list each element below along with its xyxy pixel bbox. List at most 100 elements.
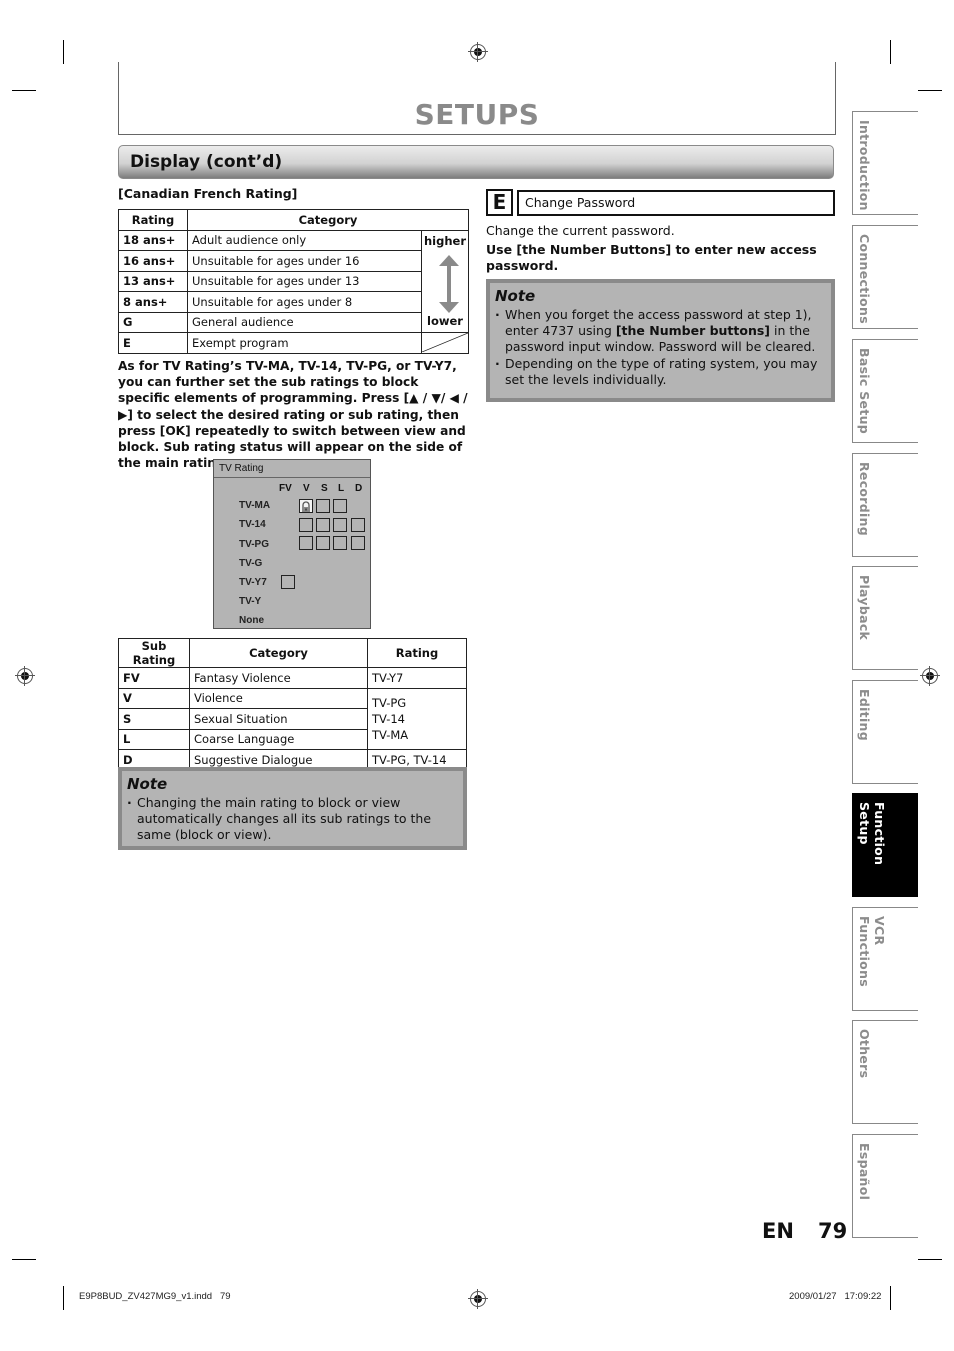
table-row: 13 ans+ Unsuitable for ages under 13 — [118, 270, 469, 292]
side-tab-editing[interactable]: Editing — [852, 680, 918, 784]
osd-sub-rating-box[interactable] — [351, 536, 365, 550]
osd-rating-row[interactable]: TV-14 — [239, 519, 266, 530]
rating-cell: 16 ans+ — [118, 250, 188, 272]
note-bold-text: [the Number buttons] — [615, 323, 771, 339]
rating-cell: 13 ans+ — [118, 270, 188, 292]
file-slug: E9P8BUD_ZV427MG9_v1.indd 79 — [79, 1291, 231, 1302]
column-header: Rating — [118, 209, 188, 231]
column-header: Category — [187, 209, 469, 231]
side-tab-label: Introduction — [857, 120, 872, 211]
registration-mark-icon — [15, 666, 35, 686]
category-cell: Unsuitable for ages under 16 — [187, 250, 422, 272]
page-title: SETUPS — [414, 98, 540, 131]
crop-mark — [63, 40, 64, 64]
side-tab-basic-setup[interactable]: Basic Setup — [852, 339, 918, 443]
osd-rating-row[interactable]: None — [239, 615, 264, 626]
side-tab-label: Español — [857, 1143, 872, 1201]
crop-mark — [63, 1286, 64, 1310]
note-item: When you forget the access password at s… — [495, 307, 825, 356]
osd-sub-rating-box[interactable] — [333, 536, 347, 550]
osd-rating-row[interactable]: TV-PG — [239, 539, 269, 550]
rating-cell: G — [118, 311, 188, 333]
rating-line: TV-MA — [372, 727, 409, 742]
note-box: Note When you forget the access password… — [486, 279, 835, 402]
side-tab-label: Function Setup — [857, 802, 887, 866]
category-cell: Exempt program — [187, 332, 422, 354]
osd-column-header: FV — [279, 483, 292, 494]
osd-rating-row[interactable]: TV-Y — [239, 596, 261, 607]
step-description: Change the current password. — [486, 223, 675, 238]
table-row: 16 ans+ Unsuitable for ages under 16 — [118, 250, 469, 272]
category-cell: Unsuitable for ages under 13 — [187, 270, 422, 292]
side-tab-label: Editing — [857, 689, 872, 741]
side-tab-label: Recording — [857, 462, 872, 537]
osd-rating-row[interactable]: TV-G — [239, 558, 262, 569]
note-box: Note Changing the main rating to block o… — [118, 767, 467, 850]
language-label: EN — [762, 1219, 794, 1243]
side-tab-label: Playback — [857, 575, 872, 641]
canadian-french-table: Rating Category 18 ans+ Adult audience o… — [118, 209, 469, 354]
scale-high-label: higher — [423, 233, 467, 248]
side-tab-connections[interactable]: Connections — [852, 225, 918, 329]
step-label: Change Password — [517, 190, 835, 216]
rating-cell: TV-Y7 — [367, 667, 467, 689]
registration-mark-icon — [920, 666, 940, 686]
osd-column-header: D — [355, 483, 363, 494]
crop-mark — [12, 90, 36, 91]
column-header: Category — [189, 638, 368, 668]
osd-sub-rating-box[interactable] — [299, 518, 313, 532]
sub-rating-key: L — [118, 728, 190, 750]
table-row: 8 ans+ Unsuitable for ages under 8 — [118, 291, 469, 313]
crop-mark — [918, 90, 942, 91]
empty-diagonal-cell — [421, 332, 469, 354]
osd-sub-rating-box[interactable] — [299, 536, 313, 550]
note-title: Note — [495, 287, 536, 305]
note-title: Note — [127, 775, 168, 793]
timestamp: 2009/01/27 17:09:22 — [789, 1291, 882, 1302]
osd-sub-rating-box[interactable] — [333, 518, 347, 532]
crop-mark — [918, 1259, 942, 1260]
osd-sub-rating-box[interactable] — [281, 575, 295, 589]
osd-sub-rating-box[interactable] — [316, 536, 330, 550]
rating-scale: higher lower — [421, 229, 469, 333]
registration-mark-icon — [468, 42, 488, 62]
category-cell: Sexual Situation — [189, 708, 368, 730]
osd-sub-rating-box[interactable] — [316, 499, 330, 513]
side-tab-label: Connections — [857, 234, 872, 324]
side-tab-recording[interactable]: Recording — [852, 453, 918, 557]
rating-line: TV-PG — [372, 695, 407, 710]
side-tab-label: VCR Functions — [857, 916, 887, 988]
page-number: 79 — [818, 1219, 848, 1243]
osd-column-header: V — [303, 483, 310, 494]
osd-sub-rating-box[interactable] — [299, 499, 313, 513]
osd-column-header: S — [321, 483, 328, 494]
crop-mark — [890, 40, 891, 64]
side-tab-function-setup[interactable]: Function Setup — [852, 793, 918, 897]
crop-mark — [12, 1259, 36, 1260]
table-row: E Exempt program — [118, 332, 469, 354]
category-cell: General audience — [187, 311, 422, 333]
column-header: Sub Rating — [118, 638, 190, 668]
note-item: Changing the main rating to block or vie… — [127, 795, 457, 844]
rating-cell: 8 ans+ — [118, 291, 188, 313]
rating-cell: 18 ans+ — [118, 229, 188, 251]
osd-rating-row[interactable]: TV-Y7 — [239, 577, 267, 588]
osd-sub-rating-box[interactable] — [316, 518, 330, 532]
table-row: FV Fantasy Violence TV-Y7 — [118, 667, 467, 689]
side-tab-vcr-functions[interactable]: VCR Functions — [852, 907, 918, 1011]
padlock-icon — [302, 501, 310, 512]
sub-rating-key: FV — [118, 667, 190, 689]
osd-rating-row[interactable]: TV-MA — [239, 500, 270, 511]
side-tab-label: Basic Setup — [857, 348, 872, 435]
category-cell: Violence — [189, 687, 368, 709]
osd-sub-rating-box[interactable] — [333, 499, 347, 513]
osd-sub-rating-box[interactable] — [351, 518, 365, 532]
category-cell: Fantasy Violence — [189, 667, 368, 689]
rating-line: TV-14 — [372, 711, 406, 726]
side-tab-label: Others — [857, 1029, 872, 1079]
osd-title: TV Rating — [214, 460, 370, 478]
side-tab-others[interactable]: Others — [852, 1020, 918, 1124]
side-tab-introduction[interactable]: Introduction — [852, 111, 918, 215]
side-tab-espanol[interactable]: Español — [852, 1134, 918, 1238]
side-tab-playback[interactable]: Playback — [852, 566, 918, 670]
